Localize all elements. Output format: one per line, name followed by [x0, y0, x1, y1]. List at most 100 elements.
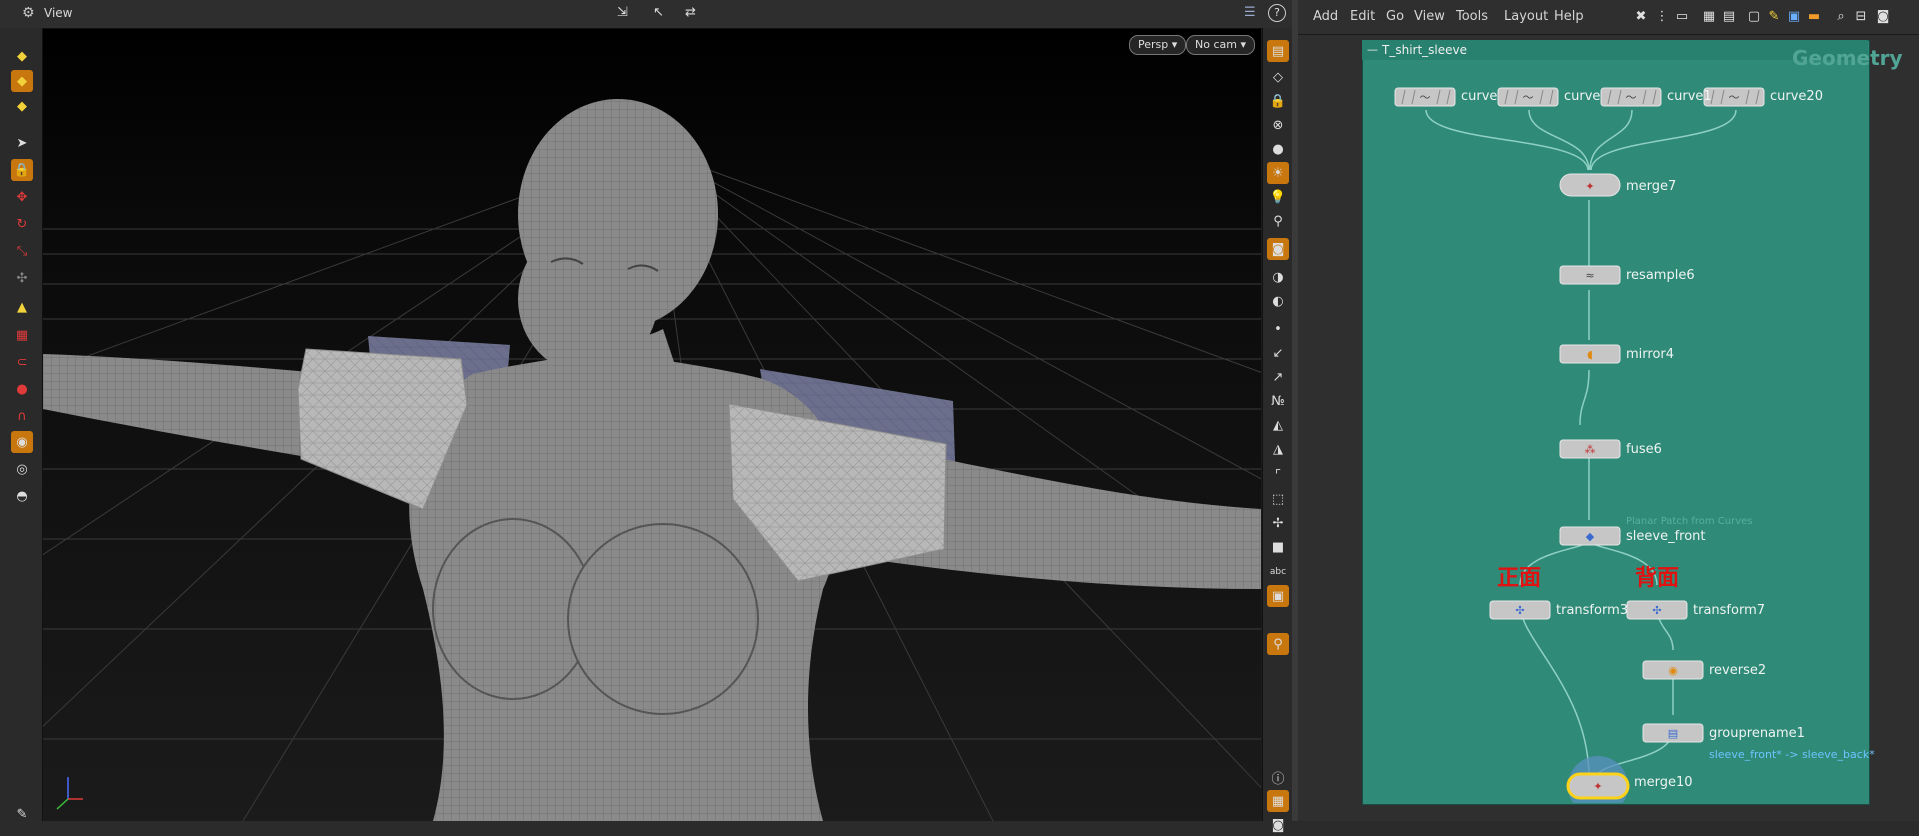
tree-icon[interactable]: ⋮ — [1654, 9, 1670, 25]
normals-icon[interactable]: ↙ — [1267, 342, 1289, 364]
transform-mode-icon[interactable]: ⇄ — [685, 5, 696, 20]
camera-label: No cam — [1195, 38, 1237, 51]
label-curve-2: curve — [1564, 89, 1601, 104]
label-fuse6: fuse6 — [1626, 442, 1662, 457]
snap-icon[interactable]: ⇲ — [617, 5, 628, 20]
info-icon[interactable]: ⓘ — [1267, 766, 1289, 788]
camera-menu[interactable]: No cam ▾ — [1186, 35, 1255, 55]
viewport-left-toolbar: ◆ ◆ ◆ ➤ 🔒 ✥ ↻ ⤡ ✣ ▲ ▦ ⊂ ● ∩ ◉ ◎ ◓ ✎ — [0, 28, 43, 822]
svg-text:▤: ▤ — [1668, 727, 1678, 740]
origin-icon[interactable]: ✢ — [1267, 512, 1289, 534]
square-icon[interactable]: ■ — [1267, 536, 1289, 558]
scale-icon[interactable]: ⤡ — [11, 240, 33, 262]
persp-menu[interactable]: Persp ▾ — [1129, 35, 1187, 55]
network-box-icon[interactable]: ▢ — [1746, 9, 1762, 25]
menu-view[interactable]: View — [1414, 9, 1445, 24]
light-bulb-icon[interactable]: 💡 — [1267, 186, 1289, 208]
rotate-icon[interactable]: ↻ — [11, 213, 33, 235]
point-display-icon[interactable]: • — [1267, 318, 1289, 340]
label-sleeve-front: sleeve_front — [1626, 529, 1706, 544]
camera-icon[interactable]: ◉ — [11, 431, 33, 453]
note-back: 背面 — [1635, 566, 1680, 591]
list-view-icon[interactable]: ▤ — [1721, 9, 1737, 25]
menu-add[interactable]: Add — [1313, 9, 1338, 24]
select-arrow-icon[interactable]: ➤ — [11, 132, 33, 154]
magnet-icon[interactable]: ∩ — [11, 405, 33, 427]
label-grouprename1: grouprename1 — [1709, 726, 1805, 741]
move-icon[interactable]: ✥ — [11, 186, 33, 208]
abc-icon[interactable]: abc — [1267, 561, 1289, 583]
point-numbers-icon[interactable]: № — [1267, 390, 1289, 412]
location-icon[interactable]: ⚲ — [1267, 633, 1289, 655]
handle-icon[interactable]: ✣ — [11, 267, 33, 289]
lock-camera-icon[interactable]: 🔒 — [1267, 90, 1289, 112]
display-options-icon[interactable]: ☰ — [1244, 5, 1256, 20]
note-front: 正面 — [1497, 566, 1542, 591]
menu-edit[interactable]: Edit — [1350, 9, 1375, 24]
select-mode-icon[interactable]: ↖ — [653, 5, 664, 20]
prim-display-icon[interactable]: ◭ — [1267, 414, 1289, 436]
wireframe-icon[interactable]: ◇ — [1267, 66, 1289, 88]
nodes-layer: 〜 〜 〜 〜 ✦ ≈ ◖ ⁂ ◆ ✣ ✣ ◉ ▤ ✦ — [1394, 87, 1765, 800]
viewport-3d[interactable]: Persp ▾ No cam ▾ — [43, 29, 1261, 821]
bounds-icon[interactable]: ⬚ — [1267, 488, 1289, 510]
ghost-icon[interactable]: ◑ — [1267, 266, 1289, 288]
view-icon[interactable]: ◎ — [11, 458, 33, 480]
label-curve-1: curve — [1461, 89, 1498, 104]
menu-help[interactable]: Help — [1554, 9, 1584, 24]
hull-icon[interactable]: ◮ — [1267, 438, 1289, 460]
grid-view-icon[interactable]: ▦ — [1701, 9, 1717, 25]
template-icon[interactable]: ◐ — [1267, 290, 1289, 312]
light-icon[interactable]: ◓ — [11, 485, 33, 507]
svg-text:〜: 〜 — [1420, 91, 1431, 104]
close-view-icon[interactable]: ⊗ — [1267, 114, 1289, 136]
snap-prim-icon[interactable]: ⊂ — [11, 351, 33, 373]
svg-text:✣: ✣ — [1652, 604, 1661, 617]
menu-layout[interactable]: Layout — [1504, 9, 1548, 24]
shading-icon[interactable]: ● — [1267, 138, 1289, 160]
corner-icon[interactable]: ⌜ — [1267, 464, 1289, 486]
viewport-header: ⚙ View ⇲ ↖ ⇄ ☰ ? — [0, 0, 1292, 29]
camera-view-icon[interactable]: ◙ — [1267, 814, 1289, 836]
help-icon[interactable]: ? — [1268, 4, 1286, 22]
snap-grid-icon[interactable]: ▦ — [11, 324, 33, 346]
camera-snapshot-icon[interactable]: ◙ — [1875, 9, 1891, 25]
image-icon[interactable]: ▣ — [1786, 9, 1802, 25]
svg-text:✣: ✣ — [1515, 604, 1524, 617]
search-icon[interactable]: ⌕ — [1833, 9, 1849, 25]
select-brush-icon[interactable]: ◆ — [11, 45, 33, 67]
brush-icon[interactable]: ✎ — [11, 803, 33, 825]
select-object-icon[interactable]: ◆ — [11, 70, 33, 92]
persp-label: Persp — [1138, 38, 1169, 51]
svg-text:⁂: ⁂ — [1585, 443, 1596, 456]
label-resample6: resample6 — [1626, 268, 1695, 283]
svg-text:◆: ◆ — [1586, 530, 1595, 543]
pin-icon[interactable]: ⚲ — [1267, 210, 1289, 232]
headlight-icon[interactable]: ☀ — [1267, 162, 1289, 184]
sticky-note-icon[interactable]: ✎ — [1766, 9, 1782, 25]
svg-text:◖: ◖ — [1587, 348, 1593, 361]
display-toggle-icon[interactable]: ▤ — [1267, 40, 1289, 62]
scene-render — [43, 99, 1261, 821]
note-icon[interactable]: ▭ — [1674, 9, 1690, 25]
vector-icon[interactable]: ↗ — [1267, 366, 1289, 388]
svg-text:〜: 〜 — [1626, 91, 1637, 104]
zoom-icon[interactable]: ⊟ — [1853, 9, 1869, 25]
layout-icon[interactable]: ▦ — [1267, 790, 1289, 812]
menu-tools[interactable]: Tools — [1456, 9, 1488, 24]
select-group-icon[interactable]: ◆ — [11, 95, 33, 117]
comment-sleeve-front: Planar Patch from Curves — [1626, 516, 1753, 527]
axis-gizmo — [56, 777, 83, 810]
screenshot-icon[interactable]: ▣ — [1267, 585, 1289, 607]
menu-go[interactable]: Go — [1386, 9, 1404, 24]
lock-icon[interactable]: 🔒 — [11, 159, 33, 181]
pane-type-icon[interactable]: ⚙ — [22, 5, 35, 21]
pose-icon[interactable]: ▲ — [11, 296, 33, 318]
viewport-right-toolbar: ▤ ◇ 🔒 ⊗ ● ☀ 💡 ⚲ ◙ ◑ ◐ • ↙ ↗ № ◭ ◮ ⌜ ⬚ ✢ … — [1262, 28, 1293, 833]
palette-icon[interactable]: ▬ — [1806, 9, 1822, 25]
label-transform3: transform3 — [1556, 603, 1629, 618]
render-icon[interactable]: ◙ — [1267, 238, 1289, 260]
snap-point-icon[interactable]: ● — [11, 378, 33, 400]
wrench-icon[interactable]: ✖ — [1633, 9, 1649, 25]
network-menubar: Add Edit Go View Tools Layout Help ✖ ⋮ ▭… — [1298, 0, 1919, 35]
